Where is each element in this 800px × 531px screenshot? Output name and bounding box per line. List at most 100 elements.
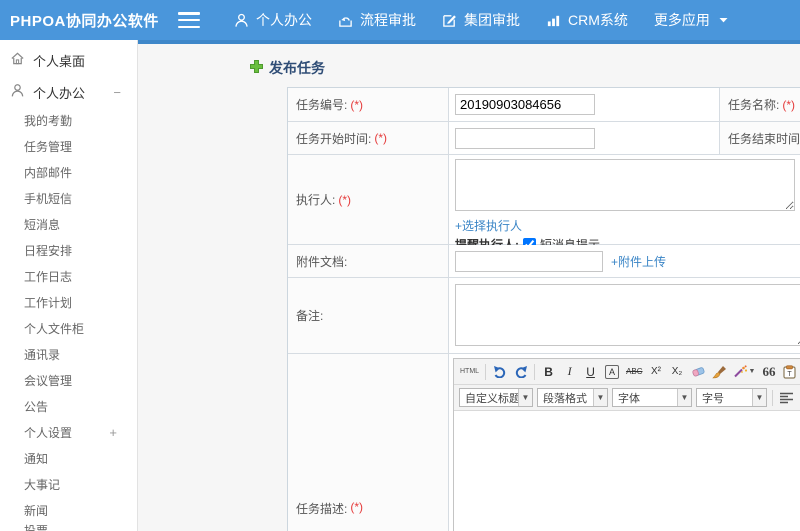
- task-form: 任务编号:(*) 任务名称:(*) 任务开始时间:(*) 任务结束时间:(*): [287, 87, 800, 531]
- sidebar-item-notice[interactable]: 通知: [0, 446, 137, 472]
- rich-text-editor: HTML B I U A ABC X² X₂ ▼ 66 T 自定义标题 ▼ 段落…: [453, 358, 800, 531]
- nav-item-group-approval[interactable]: 集团审批: [442, 10, 520, 30]
- blockquote-button[interactable]: 66: [759, 362, 778, 382]
- executor-textarea[interactable]: [455, 159, 795, 211]
- select-arrow-icon: ▼: [752, 389, 766, 406]
- align-left-button[interactable]: [777, 388, 796, 408]
- sidebar-item-label: 个人文件柜: [24, 322, 85, 336]
- sidebar-item-announcement[interactable]: 公告: [0, 394, 137, 420]
- sidebar-item-label: 短消息: [24, 218, 61, 232]
- choose-executor-link[interactable]: +选择执行人: [455, 219, 522, 233]
- nav-item-crm[interactable]: CRM系统: [546, 10, 628, 30]
- sidebar-item-vote[interactable]: 投票: [0, 524, 137, 531]
- add-plus-icon: [250, 60, 263, 76]
- format-brush-button[interactable]: [710, 362, 729, 382]
- sidebar-item-personal-settings[interactable]: 个人设置 +: [0, 420, 137, 446]
- sidebar-item-desktop[interactable]: 个人桌面: [0, 44, 137, 76]
- sidebar-item-label: 投票: [24, 524, 49, 531]
- sidebar-item-label: 个人设置: [24, 426, 73, 440]
- sidebar-item-work-log[interactable]: 工作日志: [0, 264, 137, 290]
- sidebar-item-personal-office[interactable]: 个人办公 −: [0, 76, 137, 108]
- redo-button[interactable]: [511, 362, 530, 382]
- svg-text:T: T: [788, 371, 793, 378]
- remark-label: 备注:: [288, 278, 448, 353]
- page-title-text: 发布任务: [269, 60, 325, 76]
- font-family-select[interactable]: 字体 ▼: [612, 388, 692, 407]
- form-row-remark: 备注:: [288, 277, 800, 353]
- paragraph-format-select[interactable]: 段落格式 ▼: [537, 388, 608, 407]
- html-source-button[interactable]: HTML: [458, 362, 481, 382]
- hamburger-menu-icon[interactable]: [178, 12, 200, 28]
- magic-wand-button[interactable]: ▼: [731, 362, 758, 382]
- subscript-button[interactable]: X₂: [668, 362, 687, 382]
- nav-item-label: CRM系统: [568, 12, 628, 28]
- attachment-label: 附件文档:: [288, 245, 448, 277]
- task-number-input[interactable]: [455, 94, 595, 115]
- attachment-upload-link[interactable]: +附件上传: [611, 253, 666, 270]
- nav-item-personal-office[interactable]: 个人办公: [234, 10, 312, 30]
- sidebar-item-attendance[interactable]: 我的考勤: [0, 108, 137, 134]
- home-icon: [10, 51, 25, 69]
- select-arrow-icon: ▼: [677, 389, 691, 406]
- user-icon: [10, 83, 25, 101]
- start-time-input[interactable]: [455, 127, 595, 149]
- sidebar-item-short-message[interactable]: 短消息: [0, 212, 137, 238]
- nav-item-label: 个人办公: [256, 12, 312, 28]
- editor-content-area[interactable]: [454, 411, 800, 531]
- italic-button[interactable]: I: [560, 362, 579, 382]
- sidebar-item-contacts[interactable]: 通讯录: [0, 342, 137, 368]
- bold-button[interactable]: B: [539, 362, 558, 382]
- sidebar-item-sms[interactable]: 手机短信: [0, 186, 137, 212]
- paste-text-button[interactable]: T: [780, 362, 799, 382]
- sidebar-item-label: 工作日志: [24, 270, 73, 284]
- top-navbar: PHPOA协同办公软件 个人办公 流程审批 集团审批 CRM系统 更多应用: [0, 0, 800, 40]
- sidebar-item-events[interactable]: 大事记: [0, 472, 137, 498]
- sidebar-item-meeting[interactable]: 会议管理: [0, 368, 137, 394]
- caret-down-icon: [719, 17, 728, 23]
- undo-button[interactable]: [490, 362, 509, 382]
- nav-item-process-approval[interactable]: 流程审批: [338, 10, 416, 30]
- task-description-label: 任务描述: (*): [288, 354, 448, 531]
- eraser-button[interactable]: [689, 362, 708, 382]
- required-mark: (*): [350, 500, 364, 514]
- sidebar-item-news[interactable]: 新闻: [0, 498, 137, 524]
- sidebar-item-label: 个人办公: [33, 85, 86, 101]
- font-size-select[interactable]: 字号 ▼: [696, 388, 767, 407]
- sidebar-item-task-management[interactable]: 任务管理: [0, 134, 137, 160]
- editor-toolbar-row2: 自定义标题 ▼ 段落格式 ▼ 字体 ▼ 字号 ▼: [454, 385, 800, 411]
- sidebar-item-internal-mail[interactable]: 内部邮件: [0, 160, 137, 186]
- form-row-executor: 执行人:(*) +选择执行人 提醒执行人: 短消息提示: [288, 154, 800, 252]
- sidebar-item-work-plan[interactable]: 工作计划: [0, 290, 137, 316]
- strikethrough-button[interactable]: ABC: [624, 362, 644, 382]
- app-logo: PHPOA协同办公软件: [10, 12, 159, 30]
- collapse-minus-icon[interactable]: −: [113, 85, 121, 100]
- user-icon: [234, 13, 249, 28]
- nav-item-label: 更多应用: [653, 12, 710, 28]
- sidebar-item-label: 内部邮件: [24, 166, 73, 180]
- required-mark: (*): [338, 192, 352, 207]
- sidebar-item-file-cabinet[interactable]: 个人文件柜: [0, 316, 137, 342]
- sidebar-item-schedule[interactable]: 日程安排: [0, 238, 137, 264]
- task-number-label: 任务编号: (*): [288, 88, 448, 121]
- custom-heading-select[interactable]: 自定义标题 ▼: [459, 388, 533, 407]
- expand-plus-icon[interactable]: +: [109, 420, 117, 446]
- nav-item-label: 流程审批: [360, 12, 416, 28]
- toolbar-separator: [485, 363, 487, 380]
- navbar-menu: 个人办公 流程审批 集团审批 CRM系统 更多应用: [234, 10, 728, 30]
- sidebar-item-label: 日程安排: [24, 244, 73, 258]
- select-arrow-icon: ▼: [518, 389, 532, 406]
- underline-button[interactable]: U: [581, 362, 600, 382]
- select-arrow-icon: ▼: [593, 389, 607, 406]
- sidebar-item-label: 个人桌面: [33, 53, 86, 69]
- required-mark: (*): [782, 97, 796, 112]
- superscript-button[interactable]: X²: [647, 362, 666, 382]
- sidebar-item-label: 会议管理: [24, 374, 73, 388]
- highlight-button[interactable]: A: [605, 364, 620, 379]
- required-mark: (*): [374, 131, 388, 145]
- required-mark: (*): [350, 97, 364, 112]
- remark-textarea[interactable]: [455, 284, 800, 346]
- nav-item-more-apps[interactable]: 更多应用: [654, 10, 728, 30]
- toolbar-separator: [772, 389, 773, 406]
- process-approval-icon: [338, 13, 353, 28]
- attachment-input[interactable]: [455, 250, 603, 272]
